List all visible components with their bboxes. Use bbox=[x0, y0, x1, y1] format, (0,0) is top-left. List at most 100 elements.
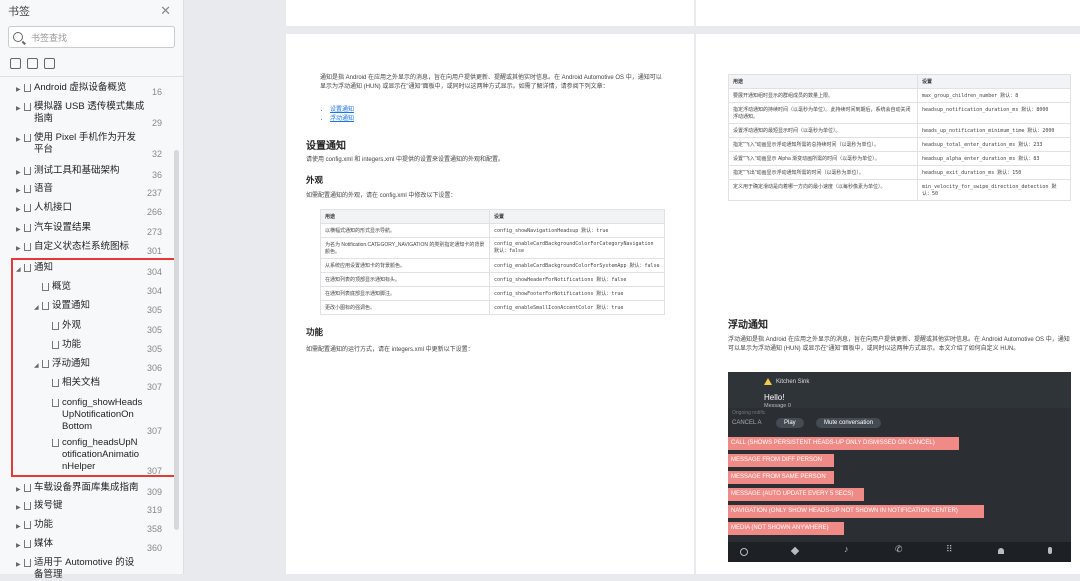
bookmark-label-line: 指南 bbox=[34, 113, 54, 124]
apps-grid-icon[interactable]: ⠿ bbox=[946, 544, 953, 555]
expand-arrow-icon[interactable]: ▶ bbox=[16, 484, 21, 496]
bookmark-icon bbox=[24, 224, 31, 232]
bookmark-page-number: 319 bbox=[146, 505, 162, 515]
play-button[interactable]: Play bbox=[776, 418, 804, 428]
table-row: 定义用于确定滑动是向着哪一方向的最小速度（以每秒像素为单位）。 min_veloc… bbox=[728, 179, 1071, 201]
table-row: 更改小图标的强调色。 config_enableSmallIconAccentCo… bbox=[320, 300, 665, 315]
bookmark-icon bbox=[24, 134, 31, 142]
appearance-table: 用途 设置 以横幅式通知的形式显示导航。 config_showNavigatio… bbox=[320, 209, 665, 315]
bookmark-label: 媒体 bbox=[34, 538, 146, 550]
document-page-right: 用途 设置 要展开通知组时显示的群组成员的数量上限。 max_group_chil… bbox=[696, 34, 1080, 574]
action-row[interactable]: MEDIA (NOT SHOWN ANYWHERE) bbox=[728, 522, 844, 535]
table-cell-purpose: 要展开通知组时显示的群组成员的数量上限。 bbox=[728, 88, 918, 103]
bookmark-label-line: 模拟器 USB 透传模式集成 bbox=[34, 101, 145, 112]
heading-setup: 设置通知 bbox=[306, 141, 346, 152]
bookmark-label-line: 使用 Pixel 手机作为开发 bbox=[34, 132, 136, 143]
expand-arrow-icon[interactable]: ▶ bbox=[16, 84, 21, 96]
intro-text: 通知是指 Android 在应用之外显示的消息，旨在向用户提供更新、提醒或其他实… bbox=[320, 75, 662, 90]
table-row: 在通知列表的顶部显示通知标头。 config_showHeaderForNotif… bbox=[320, 272, 665, 287]
warning-icon bbox=[764, 378, 772, 385]
bookmark-page-number: 16 bbox=[151, 87, 162, 97]
expand-arrow-icon[interactable]: ▶ bbox=[16, 204, 21, 216]
bookmark-label: 适用于 Automotive 的设 备管理 bbox=[34, 557, 146, 581]
expand-arrow-icon[interactable]: ▶ bbox=[16, 502, 21, 514]
table-cell-setting: config_showHeaderForNotifications 默认：fal… bbox=[489, 272, 665, 287]
bookmark-label-line: 媒体 bbox=[34, 538, 54, 549]
bookmark-icon bbox=[24, 103, 31, 111]
expand-arrow-icon[interactable]: ▶ bbox=[16, 134, 21, 146]
expand-arrow-icon[interactable]: ▶ bbox=[16, 103, 21, 115]
bookmark-page-number: 358 bbox=[146, 524, 162, 534]
table-cell-purpose: 定义用于确定滑动是向着哪一方向的最小速度（以每秒像素为单位）。 bbox=[728, 179, 918, 201]
expand-arrow-icon[interactable]: ▶ bbox=[16, 167, 21, 179]
table-header: 用途 bbox=[320, 209, 490, 224]
cancel-all-button[interactable]: CANCEL A bbox=[732, 420, 761, 426]
sidebar-divider bbox=[0, 76, 183, 77]
bookmark-icon bbox=[24, 521, 31, 529]
collapse-all-icon[interactable] bbox=[27, 58, 38, 69]
hun-title: Hello! bbox=[764, 393, 785, 402]
bookmark-label-line: 备管理 bbox=[34, 569, 63, 580]
phone-icon[interactable]: ✆ bbox=[895, 544, 903, 555]
ongoing-label: Ongoing notific bbox=[732, 410, 766, 416]
bookmark-label-line: 语音 bbox=[34, 183, 54, 194]
table-cell-setting: headsup_alpha_enter_duration_ms 默认：83 bbox=[917, 151, 1071, 166]
page-top-right bbox=[696, 0, 1080, 26]
expand-arrow-icon[interactable]: ▶ bbox=[16, 521, 21, 533]
search-icon bbox=[13, 32, 23, 42]
link-hun[interactable]: 浮动通知 bbox=[330, 113, 354, 122]
table-cell-purpose: 以横幅式通知的形式显示导航。 bbox=[320, 223, 490, 238]
table-cell-purpose: 指定"飞出"动画显示浮动通知所需的时间（以毫秒为单位）。 bbox=[728, 165, 918, 180]
bookmark-label: 测试工具和基础架构 bbox=[34, 165, 146, 177]
bookmark-page-number: 32 bbox=[151, 149, 162, 159]
action-row[interactable]: NAVIGATION (ONLY SHOW HEADS-UP NOT SHOWN… bbox=[728, 505, 984, 518]
expand-arrow-icon[interactable]: ▶ bbox=[16, 559, 21, 571]
bookmark-page-number: 360 bbox=[146, 543, 162, 553]
bookmark-label-line: Android 虚拟设备概览 bbox=[34, 82, 127, 93]
bookmark-label: 汽车设置结果 bbox=[34, 222, 146, 234]
close-icon[interactable]: ✕ bbox=[160, 3, 171, 19]
expand-arrow-icon[interactable]: ▶ bbox=[16, 224, 21, 236]
home-icon[interactable] bbox=[740, 548, 748, 556]
table-cell-setting: config_enableSmallIconAccentColor 默认：tru… bbox=[489, 300, 665, 315]
document-page-left: 通知是指 Android 在应用之外显示的消息，旨在向用户提供更新、提醒或其他实… bbox=[286, 34, 694, 574]
mute-conversation-button[interactable]: Mute conversation bbox=[816, 418, 882, 428]
bookmark-page-number: 36 bbox=[151, 170, 162, 180]
hun-text: 浮动通知是指 Android 在应用之外显示的消息，旨在向用户提供更新、提醒或其… bbox=[728, 337, 1070, 352]
bookmark-label: 使用 Pixel 手机作为开发 平台 bbox=[34, 132, 146, 156]
hun-message: Message 0 bbox=[764, 403, 791, 409]
function-table: 用途 设置 要展开通知组时显示的群组成员的数量上限。 max_group_chil… bbox=[728, 74, 1071, 201]
table-cell-purpose: 设置"飞入"动画显示 Alpha 渐变动画所需的时间（以毫秒为单位）。 bbox=[728, 151, 918, 166]
expand-arrow-icon[interactable]: ▶ bbox=[16, 185, 21, 197]
action-row[interactable]: MESSAGE (AUTO UPDATE EVERY 5 SECS) bbox=[728, 488, 864, 501]
sidebar-scrollbar[interactable] bbox=[174, 150, 179, 530]
bookmark-label: 拨号键 bbox=[34, 500, 146, 512]
table-row: 在通知列表底部显示通知脚注。 config_showFooterForNotifi… bbox=[320, 286, 665, 301]
bookmark-label-line: 自定义状态栏系统图标 bbox=[34, 241, 130, 252]
table-header: 用途 bbox=[728, 74, 918, 89]
action-row[interactable]: MESSAGE FROM DIFF PERSON bbox=[728, 454, 834, 467]
expand-all-icon[interactable] bbox=[10, 58, 21, 69]
link-setup[interactable]: 设置通知 bbox=[330, 104, 354, 113]
page-top-left bbox=[286, 0, 694, 26]
bookmark-label-line: 车载设备界面库集成指南 bbox=[34, 482, 139, 493]
table-row: 设置"飞入"动画显示 Alpha 渐变动画所需的时间（以毫秒为单位）。 heads… bbox=[728, 151, 1071, 166]
hun-screenshot: Kitchen Sink Hello! Message 0 Play Mute … bbox=[728, 372, 1071, 562]
table-header: 设置 bbox=[917, 74, 1071, 89]
notification-bell-icon[interactable] bbox=[998, 548, 1004, 554]
action-row[interactable]: CALL (SHOWS PERSISTENT HEADS-UP ONLY DIS… bbox=[728, 437, 959, 450]
table-cell-setting: config_enableCardBackgroundColorForCateg… bbox=[489, 237, 665, 259]
expand-arrow-icon[interactable]: ▶ bbox=[16, 243, 21, 255]
bookmark-page-number: 29 bbox=[151, 118, 162, 128]
microphone-icon[interactable] bbox=[1048, 547, 1052, 554]
table-row: 设置浮动通知的最短显示时间（以毫秒为单位）。 heads_up_notificat… bbox=[728, 123, 1071, 138]
table-cell-purpose: 在通知列表的顶部显示通知标头。 bbox=[320, 272, 490, 287]
expand-arrow-icon[interactable]: ▶ bbox=[16, 540, 21, 552]
bookmark-search-input[interactable]: 书签查找 bbox=[8, 26, 175, 48]
bookmark-add-icon[interactable] bbox=[44, 58, 55, 69]
bookmark-label: Android 虚拟设备概览 bbox=[34, 82, 146, 94]
bookmark-label-line: 人机接口 bbox=[34, 202, 73, 213]
action-row[interactable]: MESSAGE FROM SAME PERSON bbox=[728, 471, 834, 484]
table-cell-purpose: 在通知列表底部显示通知脚注。 bbox=[320, 286, 490, 301]
music-icon[interactable]: ♪ bbox=[844, 544, 849, 554]
